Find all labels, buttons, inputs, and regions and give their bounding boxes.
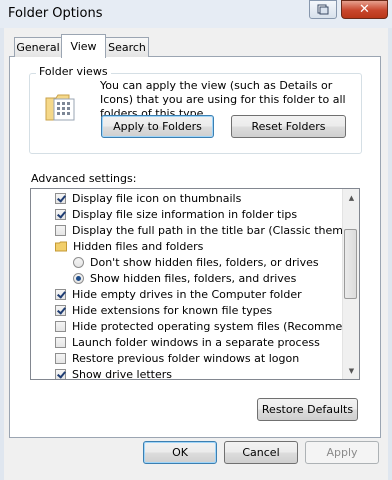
scroll-up-arrow-icon[interactable]: ▲ bbox=[343, 189, 360, 206]
list-item-label: Restore previous folder windows at logon bbox=[72, 351, 300, 365]
checkbox-checked[interactable] bbox=[55, 208, 66, 220]
list-item[interactable]: Hide extensions for known file types bbox=[55, 302, 272, 318]
ok-label: OK bbox=[172, 446, 188, 459]
help-icon bbox=[317, 4, 329, 15]
list-item-label: Display file icon on thumbnails bbox=[72, 191, 242, 205]
list-item[interactable]: Launch folder windows in a separate proc… bbox=[55, 334, 320, 350]
checkbox-checked[interactable] bbox=[55, 368, 66, 379]
list-item[interactable]: Restore previous folder windows at logon bbox=[55, 350, 299, 366]
folder-view-icon bbox=[45, 94, 75, 121]
checkbox-unchecked[interactable] bbox=[55, 352, 66, 364]
radio-selected[interactable] bbox=[73, 272, 84, 284]
list-item-label: Display file size information in folder … bbox=[72, 207, 298, 221]
apply-label: Apply bbox=[326, 446, 358, 459]
radio-unselected[interactable] bbox=[73, 256, 84, 268]
cancel-button[interactable]: Cancel bbox=[224, 441, 298, 464]
close-icon: ✕ bbox=[359, 2, 370, 17]
restore-defaults-label: Restore Defaults bbox=[261, 403, 354, 416]
apply-to-folders-button[interactable]: Apply to Folders bbox=[101, 115, 214, 138]
cancel-label: Cancel bbox=[242, 446, 280, 459]
checkbox-unchecked[interactable] bbox=[55, 336, 66, 348]
list-item[interactable]: Display file icon on thumbnails bbox=[55, 190, 241, 206]
checkbox-unchecked[interactable] bbox=[55, 224, 66, 236]
list-item-label: Don't show hidden files, folders, or dri… bbox=[90, 255, 319, 269]
list-item[interactable]: Hide empty drives in the Computer folder bbox=[55, 286, 302, 302]
scroll-down-arrow-icon[interactable]: ▼ bbox=[343, 362, 360, 379]
checkbox-checked[interactable] bbox=[55, 192, 66, 204]
help-button[interactable] bbox=[309, 0, 337, 19]
tab-search-label: Search bbox=[108, 41, 146, 54]
restore-defaults-button[interactable]: Restore Defaults bbox=[257, 398, 358, 421]
ok-button[interactable]: OK bbox=[143, 441, 217, 464]
list-item-label: Hide protected operating system files (R… bbox=[72, 319, 360, 333]
tab-general[interactable]: General bbox=[14, 37, 62, 57]
list-item[interactable]: Show hidden files, folders, and drives bbox=[73, 270, 296, 286]
tab-general-label: General bbox=[16, 41, 60, 54]
list-item-label: Show hidden files, folders, and drives bbox=[90, 271, 297, 285]
list-item[interactable]: Show drive letters bbox=[55, 366, 172, 380]
advanced-settings-label: Advanced settings: bbox=[31, 172, 137, 185]
list-item[interactable]: Don't show hidden files, folders, or dri… bbox=[73, 254, 319, 270]
checkbox-unchecked[interactable] bbox=[55, 320, 66, 332]
folder-views-legend: Folder views bbox=[36, 65, 111, 78]
close-button[interactable]: ✕ bbox=[341, 0, 388, 19]
window-frame-left bbox=[0, 28, 4, 480]
reset-folders-button[interactable]: Reset Folders bbox=[231, 115, 346, 138]
checkbox-checked[interactable] bbox=[55, 304, 66, 316]
tab-view-label: View bbox=[70, 40, 97, 53]
apply-button[interactable]: Apply bbox=[305, 441, 379, 464]
tab-view[interactable]: View bbox=[61, 34, 106, 58]
folder-icon bbox=[55, 241, 67, 251]
window-frame-right bbox=[388, 28, 392, 480]
window-title: Folder Options bbox=[8, 6, 103, 21]
tab-search[interactable]: Search bbox=[105, 37, 149, 57]
list-item-label: Display the full path in the title bar (… bbox=[72, 223, 360, 237]
list-item-label: Hidden files and folders bbox=[73, 239, 204, 253]
list-item[interactable]: Display file size information in folder … bbox=[55, 206, 297, 222]
checkbox-checked[interactable] bbox=[55, 288, 66, 300]
list-item-label: Hide extensions for known file types bbox=[72, 303, 273, 317]
list-item-label: Show drive letters bbox=[72, 367, 172, 380]
scrollbar-thumb[interactable] bbox=[344, 229, 357, 299]
apply-to-folders-label: Apply to Folders bbox=[113, 120, 202, 133]
list-item[interactable]: Display the full path in the title bar (… bbox=[55, 222, 360, 238]
list-item-label: Launch folder windows in a separate proc… bbox=[72, 335, 320, 349]
advanced-settings-list[interactable]: Display file icon on thumbnails Display … bbox=[30, 188, 360, 380]
reset-folders-label: Reset Folders bbox=[251, 120, 326, 133]
list-item[interactable]: Hide protected operating system files (R… bbox=[55, 318, 360, 334]
list-item: Hidden files and folders bbox=[55, 238, 203, 254]
list-item-label: Hide empty drives in the Computer folder bbox=[72, 287, 302, 301]
